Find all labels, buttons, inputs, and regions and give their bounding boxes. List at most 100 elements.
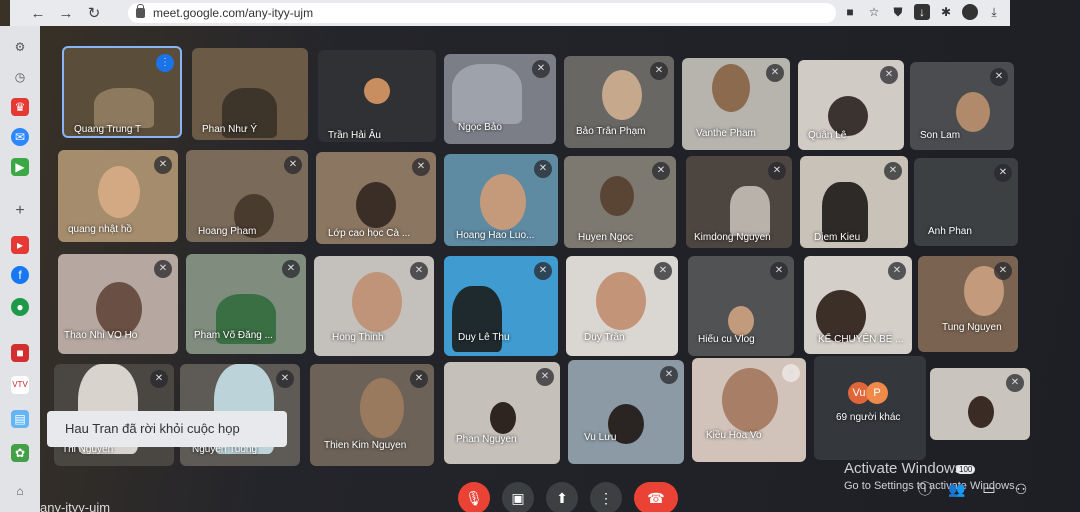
participant-tile[interactable]: ✕ Diem Kieu	[800, 156, 908, 248]
participant-video	[490, 402, 516, 434]
participant-name: Hoang Pham	[198, 226, 257, 237]
participant-name: Pham Võ Đăng ...	[194, 330, 273, 341]
settings-icon[interactable]: ⚙	[11, 38, 29, 56]
activate-title: Activate Windows	[844, 460, 963, 477]
mic-off-icon: ✕	[652, 162, 670, 180]
shield-icon[interactable]: ⛊	[890, 4, 906, 20]
participant-video	[730, 186, 770, 236]
participant-name: Vanthe Pham	[696, 128, 756, 139]
home-icon[interactable]: ⌂	[11, 482, 29, 500]
participant-tile[interactable]: ✕ Vu Lưu	[568, 360, 684, 464]
participant-video	[480, 174, 526, 230]
back-icon[interactable]: ←	[24, 5, 52, 22]
blue-app-icon[interactable]: ▤	[11, 410, 29, 428]
participant-tile[interactable]: ✕ Anh Phan	[914, 158, 1018, 246]
meeting-code: any-ityy-ujm	[40, 500, 111, 512]
mic-off-icon: ✕	[994, 164, 1012, 182]
mic-off-icon: ✕	[284, 156, 302, 174]
game-icon[interactable]: ▶	[11, 158, 29, 176]
participant-tile[interactable]: ✕ Hiếu cu Vlog	[688, 256, 794, 356]
participant-tile[interactable]: ✕ Duy Trần	[566, 256, 678, 356]
mic-toggle-icon[interactable]: 🎙	[458, 482, 490, 512]
messenger-icon[interactable]: ✉	[11, 128, 29, 146]
star-icon[interactable]: ☆	[866, 4, 882, 20]
facebook-icon[interactable]: f	[11, 266, 29, 284]
download-box-icon[interactable]: ↓	[914, 4, 930, 20]
mic-off-icon: ✕	[150, 370, 168, 388]
participant-tile[interactable]: ✕ KỂ CHUYỆN BÉ ...	[804, 256, 912, 354]
address-bar[interactable]: meet.google.com/any-ityy-ujm	[128, 3, 836, 23]
camera-icon[interactable]: ■	[842, 4, 858, 20]
participant-tile[interactable]: Phan Như Ý	[192, 48, 308, 140]
mic-off-icon: ✕	[768, 162, 786, 180]
participant-name: Duy Lê Thu	[458, 332, 510, 343]
mic-off-icon: ✕	[888, 262, 906, 280]
participant-tile[interactable]: ✕ Hong Thinh	[314, 256, 434, 356]
others-count-label: 69 người khác	[836, 412, 901, 423]
participant-tile[interactable]: ✕ Vanthe Pham	[682, 58, 790, 150]
green-leaf-icon[interactable]: ✿	[11, 444, 29, 462]
participant-tile[interactable]: ✕ Son Lam	[910, 62, 1014, 150]
people-count-badge: 100	[956, 465, 976, 474]
participant-video	[352, 272, 402, 332]
extension-icon[interactable]: ✱	[938, 4, 954, 20]
participant-tile[interactable]: ✕ Pham Võ Đăng ...	[186, 254, 306, 354]
participant-name: KỂ CHUYỆN BÉ ...	[818, 334, 904, 345]
others-tile[interactable]: Vu P 69 người khác	[814, 356, 926, 460]
browser-sidebar: ⚙ ◷ ♛ ✉ ▶ + ▸ f ● ■ VTV ▤ ✿ ⌂	[0, 26, 40, 512]
participant-tile[interactable]: ✕ Bảo Trân Phạm	[564, 56, 674, 148]
crown-icon[interactable]: ♛	[11, 98, 29, 116]
youtube-icon[interactable]: ▸	[11, 236, 29, 254]
red-app-icon[interactable]: ■	[11, 344, 29, 362]
add-icon[interactable]: +	[11, 202, 29, 220]
participant-video	[712, 64, 750, 112]
vtv-icon[interactable]: VTV	[11, 376, 29, 394]
participant-tile[interactable]: ✕ Duy Lê Thu	[444, 256, 558, 356]
forward-icon[interactable]: →	[52, 5, 80, 22]
reload-icon[interactable]: ↻	[80, 4, 108, 22]
mic-off-icon: ✕	[412, 158, 430, 176]
people-icon[interactable]: 👥	[946, 478, 968, 500]
participant-tile[interactable]: ✕ Phan Nguyen	[444, 362, 560, 464]
participant-name: quang nhật hồ	[68, 224, 132, 235]
participant-video	[602, 70, 642, 120]
participant-tile[interactable]: ✕ Ngọc Bảo	[444, 54, 556, 144]
participant-name: Son Lam	[920, 130, 961, 141]
mic-off-icon: ✕	[650, 62, 668, 80]
end-call-button[interactable]: ☎	[634, 482, 678, 512]
participant-tile[interactable]: ✕ Thien Kim Nguyen	[310, 364, 434, 466]
info-icon[interactable]: ⓘ	[914, 478, 936, 500]
mic-off-icon: ✕	[1006, 374, 1024, 392]
camera-toggle-icon[interactable]: ▣	[502, 482, 534, 512]
participant-tile[interactable]: ✕ quang nhật hồ	[58, 150, 178, 242]
profile-icon[interactable]	[962, 4, 978, 20]
chat-icon[interactable]: ▭	[978, 478, 1000, 500]
url-text: meet.google.com/any-ityy-ujm	[153, 6, 314, 20]
participant-tile[interactable]: ✕ Quân Lê	[798, 60, 904, 150]
activities-icon[interactable]: ⚇	[1010, 478, 1032, 500]
mic-off-icon: ✕	[410, 370, 428, 388]
participant-tile[interactable]: Quang Trung T ⋮	[62, 46, 182, 138]
download-icon[interactable]: ⤓	[986, 4, 1002, 20]
green-app-icon[interactable]: ●	[11, 298, 29, 316]
participant-name: Vu Lưu	[584, 432, 617, 443]
participant-tile[interactable]: ✕ Kiều Hoa Vo	[692, 358, 806, 462]
participant-tile[interactable]: ✕ Hoang Pham	[186, 150, 308, 242]
participant-tile[interactable]: ✕ Hoang Hao Luo...	[444, 154, 558, 246]
participant-tile[interactable]: Trần Hải Âu	[318, 50, 436, 142]
participant-tile[interactable]: ✕ Tung Nguyen	[918, 256, 1018, 352]
participant-tile[interactable]: ✕ Huyen Ngoc	[564, 156, 676, 248]
side-panel-controls: ⓘ 👥 ▭ ⚇	[914, 478, 1032, 500]
more-options-icon[interactable]: ⋮	[590, 482, 622, 512]
participant-tile[interactable]: ✕ Lớp cao học Cà ...	[316, 152, 436, 244]
participant-tile[interactable]: ✕ Thao Nhi VO Ho	[58, 254, 178, 354]
mic-off-icon: ✕	[994, 262, 1012, 280]
participant-name: Ngọc Bảo	[458, 122, 502, 133]
participant-name: Quang Trung T	[74, 124, 142, 135]
participant-name: Hong Thinh	[332, 332, 384, 343]
history-icon[interactable]: ◷	[11, 68, 29, 86]
mic-off-icon: ✕	[880, 66, 898, 84]
participant-tile[interactable]: ✕	[930, 368, 1030, 440]
participant-tile[interactable]: ✕ Kimdong Nguyen	[686, 156, 792, 248]
present-screen-icon[interactable]: ⬆	[546, 482, 578, 512]
